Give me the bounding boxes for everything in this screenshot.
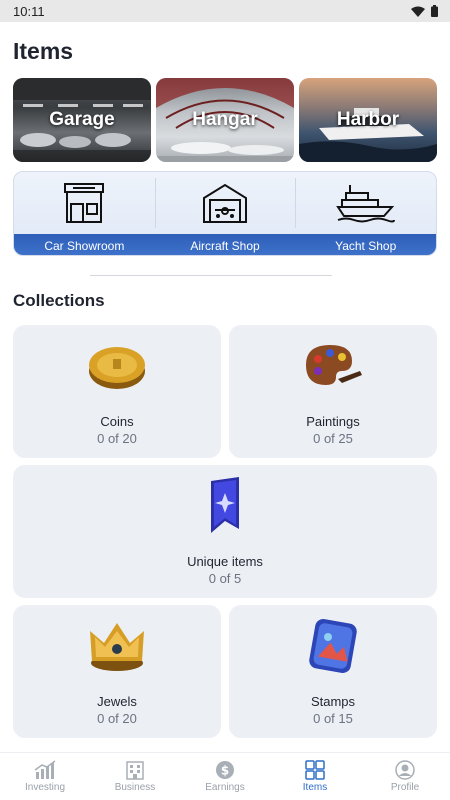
collection-card-coins[interactable]: Coins 0 of 20 — [13, 325, 221, 458]
nav-item-business[interactable]: Business — [90, 753, 180, 800]
nav-item-items[interactable]: Items — [270, 753, 360, 800]
battery-icon — [431, 5, 438, 17]
collection-name: Unique items — [187, 554, 263, 569]
nav-item-earnings[interactable]: $ Earnings — [180, 753, 270, 800]
nav-label-profile: Profile — [390, 782, 420, 793]
place-label-garage: Garage — [49, 109, 115, 130]
unique-badge-icon — [211, 477, 239, 533]
status-bar: 10:11 — [0, 0, 450, 22]
aircraft-shop-icon — [203, 183, 247, 223]
status-icons — [411, 5, 438, 17]
shop-label-yacht[interactable]: Yacht Shop — [295, 234, 436, 255]
car-showroom-icon — [64, 183, 105, 223]
building-icon — [126, 761, 144, 780]
shop-label-car-showroom[interactable]: Car Showroom — [14, 234, 155, 255]
shop-aircraft[interactable] — [154, 172, 296, 234]
nav-item-investing[interactable]: Investing — [0, 753, 90, 800]
coin-icon — [89, 347, 145, 389]
dollar-icon: $ — [216, 761, 234, 779]
bottom-nav: Investing Business $ Earnings Items Prof… — [0, 752, 450, 800]
places-row: Garage Hangar Harbor — [13, 78, 437, 162]
nav-label-investing: Investing — [24, 782, 66, 793]
collection-name: Jewels — [97, 694, 137, 709]
wifi-icon — [411, 6, 425, 17]
collection-count: 0 of 15 — [313, 711, 353, 726]
crown-icon — [90, 623, 144, 671]
collection-name: Coins — [100, 414, 134, 429]
shop-car-showroom[interactable] — [14, 172, 155, 234]
place-card-harbor[interactable]: Harbor — [299, 78, 437, 162]
place-label-harbor: Harbor — [336, 109, 400, 130]
place-label-hangar: Hangar — [192, 109, 258, 130]
nav-label-earnings: Earnings — [205, 782, 245, 793]
grid-icon — [305, 760, 325, 780]
shop-yacht[interactable] — [295, 172, 436, 234]
page-title: Items — [13, 38, 74, 64]
chart-icon — [34, 760, 56, 779]
shop-label-aircraft[interactable]: Aircraft Shop — [155, 234, 296, 255]
collection-name: Stamps — [310, 694, 356, 709]
collection-count: 0 of 20 — [97, 711, 137, 726]
nav-label-items: Items — [302, 782, 328, 793]
collections-title: Collections — [13, 291, 105, 310]
place-card-hangar[interactable]: Hangar — [156, 78, 294, 162]
user-icon — [395, 760, 415, 780]
shops-panel: Car Showroom Aircraft Shop Yacht Shop — [13, 171, 437, 256]
yacht-shop-icon — [335, 185, 395, 223]
collection-count: 0 of 25 — [313, 431, 353, 446]
section-divider — [90, 275, 332, 276]
stamp-icon — [309, 619, 357, 673]
svg-text:$: $ — [221, 764, 229, 778]
nav-label-business: Business — [114, 782, 156, 793]
status-time: 10:11 — [13, 3, 45, 19]
collection-card-stamps[interactable]: Stamps 0 of 15 — [229, 605, 437, 738]
palette-icon — [306, 345, 362, 385]
nav-item-profile[interactable]: Profile — [360, 753, 450, 800]
collection-card-unique-items[interactable]: Unique items 0 of 5 — [13, 465, 437, 598]
collection-card-jewels[interactable]: Jewels 0 of 20 — [13, 605, 221, 738]
place-card-garage[interactable]: Garage — [13, 78, 151, 162]
collection-name: Paintings — [306, 414, 360, 429]
collection-card-paintings[interactable]: Paintings 0 of 25 — [229, 325, 437, 458]
collection-count: 0 of 20 — [97, 431, 137, 446]
collection-count: 0 of 5 — [208, 571, 242, 586]
